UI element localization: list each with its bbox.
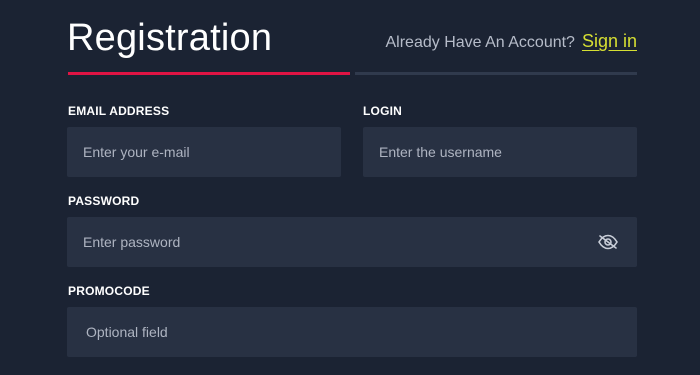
account-prompt: Already Have An Account? Sign in bbox=[386, 31, 638, 52]
login-label: LOGIN bbox=[363, 104, 402, 118]
account-prompt-text: Already Have An Account? bbox=[385, 34, 575, 51]
password-field[interactable] bbox=[67, 217, 637, 267]
page-title: Registration bbox=[67, 17, 273, 59]
email-label: EMAIL ADDRESS bbox=[68, 104, 170, 118]
tab-signin-indicator bbox=[355, 72, 637, 75]
login-field[interactable] bbox=[363, 127, 637, 177]
promocode-label: PROMOCODE bbox=[68, 284, 150, 298]
promocode-field[interactable] bbox=[67, 307, 637, 357]
sign-in-link[interactable]: Sign in bbox=[582, 31, 637, 52]
email-field[interactable] bbox=[67, 127, 341, 177]
eye-slash-icon[interactable] bbox=[597, 233, 619, 251]
registration-page: Registration Already Have An Account? Si… bbox=[0, 0, 700, 375]
password-label: PASSWORD bbox=[68, 194, 140, 208]
tab-registration-indicator bbox=[68, 72, 350, 75]
